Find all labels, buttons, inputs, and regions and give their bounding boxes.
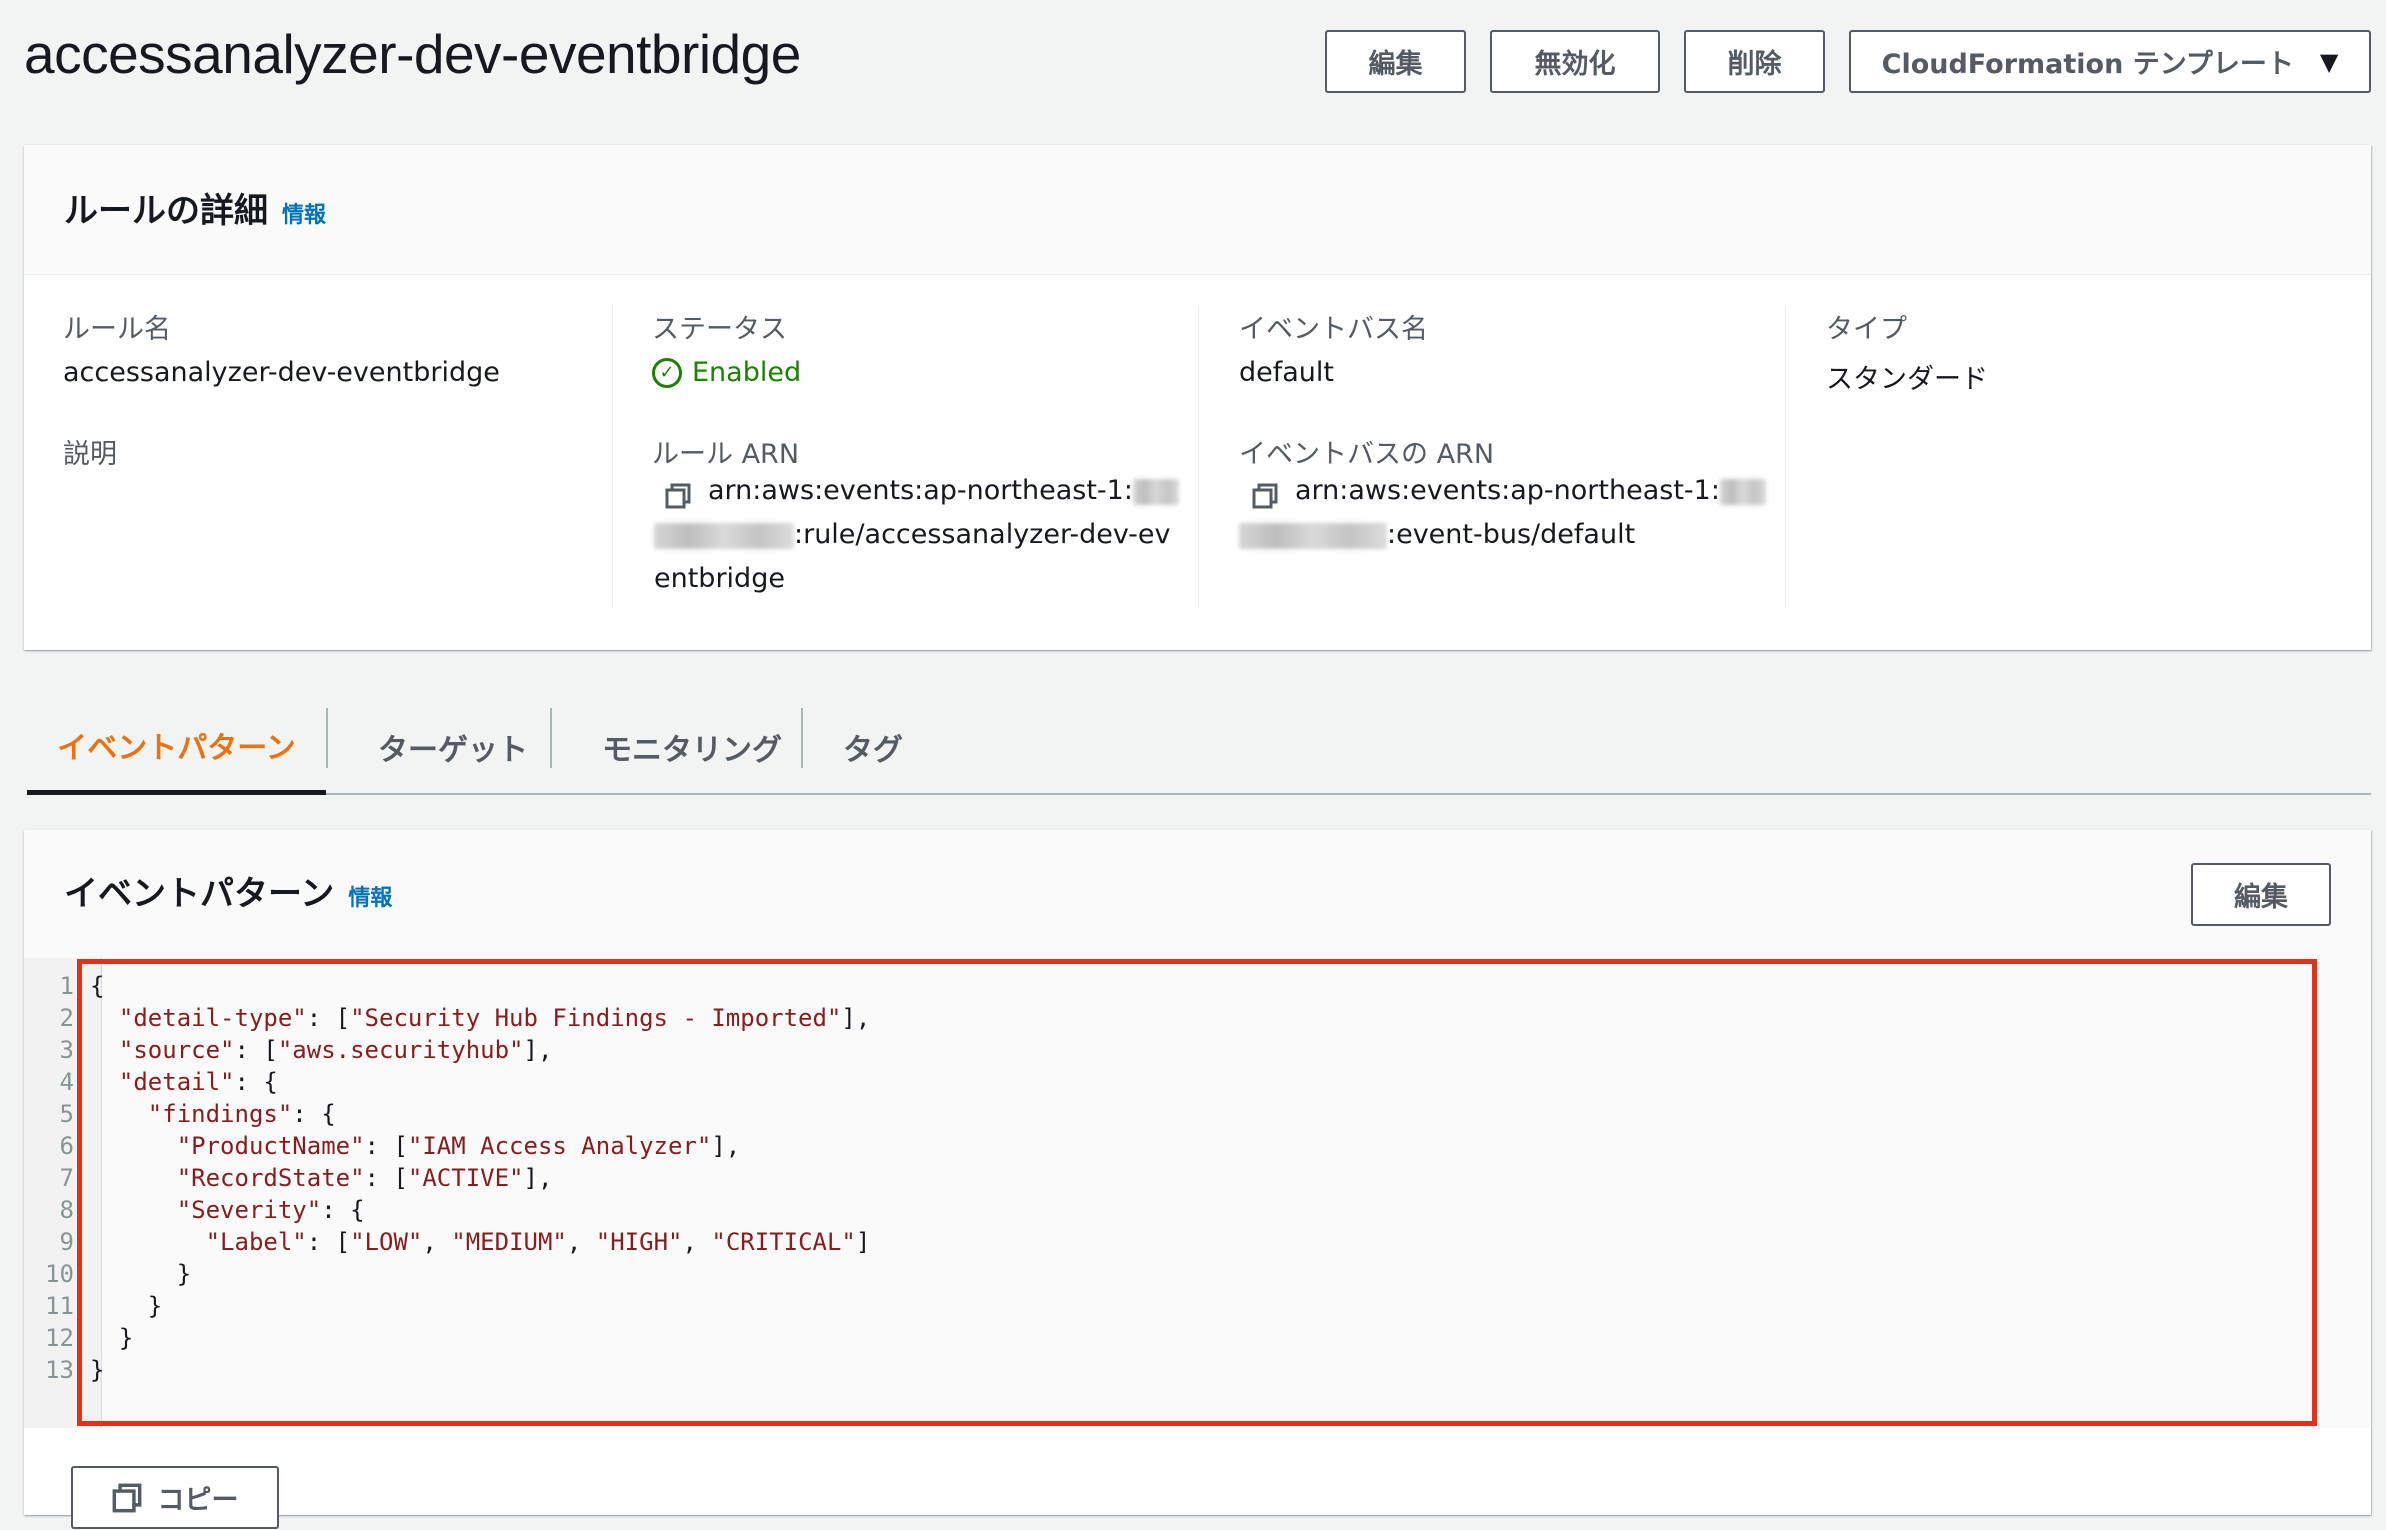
code-line: }: [90, 1260, 192, 1288]
status-value: ✓ Enabled: [652, 357, 801, 388]
line-number: 12: [45, 1324, 74, 1352]
caret-down-icon: ▼: [2319, 47, 2339, 76]
line-number: 7: [59, 1164, 74, 1192]
code-line: "ProductName": ["IAM Access Analyzer"],: [176, 1132, 741, 1160]
redacted-account-id: [1239, 522, 1387, 549]
page-header: accessanalyzer-dev-eventbridge 編集 無効化 削除…: [0, 0, 2386, 120]
description-label: 説明: [63, 439, 117, 470]
tab-monitoring[interactable]: モニタリング: [552, 700, 832, 793]
copy-button-label: コピー: [157, 1485, 239, 1516]
type-value: スタンダード: [1826, 364, 1988, 395]
event-bus-arn-label: イベントバスの ARN: [1239, 439, 1495, 470]
line-number: 3: [59, 1036, 74, 1064]
event-pattern-info-link[interactable]: 情報: [348, 886, 392, 911]
rule-details-panel: ルールの詳細 情報 ルール名 accessanalyzer-dev-eventbr…: [24, 145, 2371, 650]
edit-button[interactable]: 編集: [1325, 30, 1466, 93]
copy-icon[interactable]: [1252, 483, 1278, 509]
line-number: 8: [59, 1196, 74, 1224]
line-number: 11: [45, 1292, 74, 1320]
copy-icon[interactable]: [665, 483, 691, 509]
code-line: "Severity": {: [176, 1196, 365, 1224]
event-bus-value: default: [1239, 357, 1335, 388]
event-pattern-header: イベントパターン 情報 編集: [24, 830, 2371, 960]
event-bus-arn-text-2: :event-bus/default: [1387, 519, 1636, 550]
rule-arn-text-2: :rule/accessanalyzer-dev-ev: [794, 519, 1171, 550]
rule-details-title-text: ルールの詳細: [64, 191, 268, 231]
tab-bar: イベントパターン ターゲット モニタリング タグ: [27, 700, 2371, 795]
event-pattern-title-text: イベントパターン: [64, 874, 335, 914]
code-line: }: [90, 1356, 105, 1384]
code-line: "findings": {: [147, 1100, 336, 1128]
code-line: "source": ["aws.securityhub"],: [118, 1036, 553, 1064]
disable-button[interactable]: 無効化: [1490, 30, 1660, 93]
code-line: "detail-type": ["Security Hub Findings -…: [118, 1004, 871, 1032]
event-bus-arn-line1: arn:aws:events:ap-northeast-1:: [1295, 475, 1766, 506]
rule-arn-line2: :rule/accessanalyzer-dev-ev: [654, 519, 1170, 550]
rule-arn-label: ルール ARN: [652, 439, 800, 470]
line-number: 5: [59, 1100, 74, 1128]
tab-tags[interactable]: タグ: [803, 700, 943, 793]
rule-arn-text-1: arn:aws:events:ap-northeast-1:: [708, 475, 1133, 506]
code-line: }: [90, 1324, 134, 1352]
copy-button[interactable]: コピー: [71, 1466, 279, 1529]
tab-event-pattern[interactable]: イベントパターン: [27, 700, 326, 795]
page-title: accessanalyzer-dev-eventbridge: [24, 23, 801, 85]
line-number: 10: [45, 1260, 74, 1288]
line-number: 1: [59, 972, 74, 1000]
rule-name-label: ルール名: [63, 314, 171, 345]
event-pattern-panel: イベントパターン 情報 編集 1 2 3 4 5 6 7 8 9 10 11 12 13 { "detai…: [24, 830, 2371, 1529]
line-number: 6: [59, 1132, 74, 1160]
tab-targets[interactable]: ターゲット: [328, 700, 578, 793]
event-pattern-title: イベントパターン 情報: [64, 866, 392, 915]
redacted-account-id: [1132, 478, 1179, 505]
code-line: }: [90, 1292, 163, 1320]
code-line: "detail": {: [118, 1068, 278, 1096]
code-editor[interactable]: 1 2 3 4 5 6 7 8 9 10 11 12 13 { "detail-type": ["Sec…: [24, 958, 2370, 1428]
event-bus-arn-text-1: arn:aws:events:ap-northeast-1:: [1295, 475, 1720, 506]
code-line: {: [90, 972, 105, 1000]
rule-details-title: ルールの詳細 情報: [64, 183, 326, 232]
line-number: 13: [45, 1356, 74, 1384]
column-divider: [612, 305, 613, 608]
rule-details-info-link[interactable]: 情報: [282, 203, 326, 228]
check-circle-icon: ✓: [652, 357, 682, 388]
rule-name-value: accessanalyzer-dev-eventbridge: [63, 357, 500, 388]
rule-arn-line1: arn:aws:events:ap-northeast-1:: [708, 475, 1179, 506]
cloudformation-template-label: CloudFormation テンプレート: [1881, 49, 2294, 80]
redacted-account-id: [1719, 478, 1766, 505]
line-number: 2: [59, 1004, 74, 1032]
code-line: "Label": ["LOW", "MEDIUM", "HIGH", "CRIT…: [205, 1228, 871, 1256]
redacted-account-id: [654, 522, 794, 549]
status-text: Enabled: [692, 357, 802, 388]
copy-icon: [112, 1483, 141, 1512]
rule-arn-line3: entbridge: [654, 563, 785, 594]
line-number: 9: [59, 1228, 74, 1256]
column-divider: [1785, 305, 1786, 608]
type-label: タイプ: [1826, 314, 1907, 345]
event-bus-arn-line2: :event-bus/default: [1239, 519, 1635, 550]
code-line: "RecordState": ["ACTIVE"],: [176, 1164, 553, 1192]
event-bus-label: イベントバス名: [1239, 314, 1428, 345]
event-pattern-edit-button[interactable]: 編集: [2191, 863, 2331, 926]
column-divider: [1198, 305, 1199, 608]
rule-details-header: ルールの詳細 情報: [24, 145, 2371, 275]
delete-button[interactable]: 削除: [1684, 30, 1825, 93]
line-number: 4: [59, 1068, 74, 1096]
cloudformation-template-dropdown[interactable]: CloudFormation テンプレート ▼: [1849, 30, 2371, 93]
status-label: ステータス: [652, 314, 787, 345]
